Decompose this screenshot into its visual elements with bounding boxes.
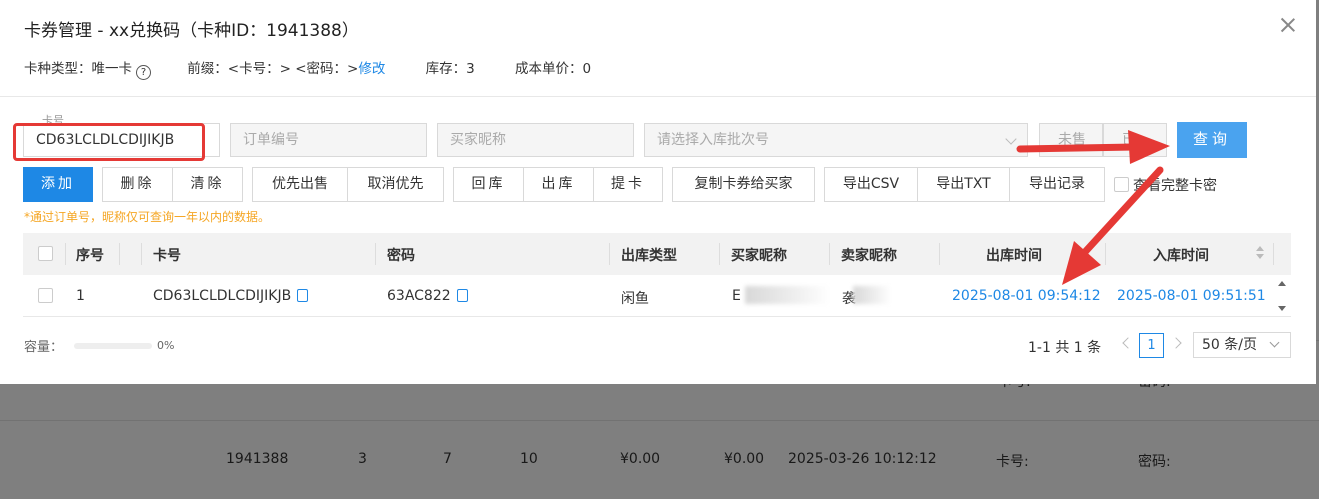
password-text: 63AC822 xyxy=(387,288,451,304)
col-buyer-nick: 买家昵称 xyxy=(731,248,787,264)
highlight-box xyxy=(13,123,205,161)
row-card-no: CD63LCLDLCDIJIKJB xyxy=(153,288,309,304)
column-divider xyxy=(609,243,610,265)
card-info-row: 卡种类型：唯一卡? 前缀：<卡号：> <密码：>修改 库存：3 成本单价：0 xyxy=(24,57,591,80)
column-divider xyxy=(1105,243,1106,265)
col-out-type: 出库类型 xyxy=(621,248,677,264)
copy-to-buyer-button[interactable]: 复制卡券给买家 xyxy=(672,167,815,202)
query-note: *通过订单号，昵称仅可查询一年以内的数据。 xyxy=(24,210,271,224)
page-size-select[interactable]: 50 条/页 xyxy=(1193,332,1291,358)
row-out-type: 闲鱼 xyxy=(621,291,649,307)
withdraw-card-button[interactable]: 提卡 xyxy=(593,167,663,202)
cancel-priority-button[interactable]: 取消优先 xyxy=(347,167,444,202)
capacity-value: 0% xyxy=(157,339,175,352)
status-sold-tab[interactable]: 已 xyxy=(1103,123,1167,157)
chevron-down-icon xyxy=(1005,133,1017,145)
add-button[interactable]: 添加 xyxy=(23,167,93,202)
pagination-info: 1-1 共 1 条 xyxy=(1028,340,1102,356)
close-icon[interactable] xyxy=(1278,15,1298,35)
col-index: 序号 xyxy=(76,248,104,264)
row-password: 63AC822 xyxy=(387,288,468,304)
row-buyer-nick: E xyxy=(732,288,741,304)
row-out-time: 2025-08-01 09:54:12 xyxy=(952,288,1101,304)
col-seller-nick: 卖家昵称 xyxy=(841,248,897,264)
column-divider xyxy=(1273,243,1274,265)
modify-link[interactable]: 修改 xyxy=(358,57,385,77)
scroll-down-icon[interactable] xyxy=(1278,306,1286,311)
copy-icon[interactable] xyxy=(297,289,309,302)
column-divider xyxy=(141,243,142,265)
card-management-modal: 卡券管理 - xx兑换码（卡种ID：1941388） 卡种类型：唯一卡? 前缀：… xyxy=(0,0,1316,384)
row-index: 1 xyxy=(76,288,85,304)
column-divider xyxy=(719,243,720,265)
table-row: 1 CD63LCLDLCDIJIKJB 63AC822 闲鱼 E 袭 2025-… xyxy=(23,275,1291,317)
out-stock-button[interactable]: 出库 xyxy=(523,167,594,202)
row-checkbox[interactable] xyxy=(38,288,53,303)
column-divider xyxy=(375,243,376,265)
show-full-pwd-checkbox[interactable] xyxy=(1114,177,1129,192)
current-page-button[interactable]: 1 xyxy=(1139,333,1164,358)
prev-page-icon[interactable] xyxy=(1122,337,1134,349)
delete-button[interactable]: 删除 xyxy=(102,167,173,202)
card-type-label: 卡种类型：唯一卡 xyxy=(24,61,132,77)
capacity-bar xyxy=(74,343,152,349)
column-divider xyxy=(939,243,940,265)
card-no-text: CD63LCLDLCDIJIKJB xyxy=(153,288,292,304)
question-icon[interactable]: ? xyxy=(136,65,151,80)
row-in-time: 2025-08-01 09:51:51 xyxy=(1117,288,1266,304)
status-unsold-tab[interactable]: 未售 xyxy=(1039,123,1103,157)
show-full-pwd-label: 查看完整卡密 xyxy=(1133,178,1217,194)
col-password: 密码 xyxy=(387,248,415,264)
stock-label: 库存：3 xyxy=(425,61,475,77)
order-no-input[interactable]: 订单编号 xyxy=(230,123,427,157)
copy-icon[interactable] xyxy=(456,289,468,302)
select-all-checkbox[interactable] xyxy=(38,246,53,261)
next-page-icon[interactable] xyxy=(1170,337,1182,349)
col-card-no: 卡号 xyxy=(153,248,181,264)
return-stock-button[interactable]: 回库 xyxy=(453,167,524,202)
column-divider xyxy=(829,243,830,265)
export-log-button[interactable]: 导出记录 xyxy=(1009,167,1105,202)
column-divider xyxy=(65,243,66,265)
column-divider xyxy=(119,243,120,265)
cost-label: 成本单价：0 xyxy=(515,61,592,77)
modal-title: 卡券管理 - xx兑换码（卡种ID：1941388） xyxy=(24,21,359,41)
scroll-up-icon[interactable] xyxy=(1278,281,1286,286)
export-txt-button[interactable]: 导出TXT xyxy=(917,167,1010,202)
table-header: 序号 卡号 密码 出库类型 买家昵称 卖家昵称 出库时间 入库时间 xyxy=(23,233,1291,275)
buyer-nick-input[interactable]: 买家昵称 xyxy=(437,123,634,157)
blurred-text xyxy=(853,286,891,304)
col-out-time: 出库时间 xyxy=(986,248,1042,264)
export-csv-button[interactable]: 导出CSV xyxy=(824,167,918,202)
clear-button[interactable]: 清除 xyxy=(172,167,243,202)
batch-select[interactable]: 请选择入库批次号 xyxy=(644,123,1028,157)
prefix-label: 前缀：<卡号：> <密码：> xyxy=(187,61,359,77)
capacity-label: 容量： xyxy=(24,340,64,355)
sort-icon[interactable] xyxy=(1256,246,1264,259)
chevron-down-icon xyxy=(1269,337,1280,348)
blurred-text xyxy=(745,286,830,304)
divider xyxy=(0,96,1316,97)
batch-select-placeholder: 请选择入库批次号 xyxy=(657,132,769,148)
priority-sell-button[interactable]: 优先出售 xyxy=(252,167,348,202)
col-in-time[interactable]: 入库时间 xyxy=(1153,245,1209,265)
page-size-value: 50 条/页 xyxy=(1202,337,1257,353)
query-button[interactable]: 查询 xyxy=(1177,122,1247,158)
